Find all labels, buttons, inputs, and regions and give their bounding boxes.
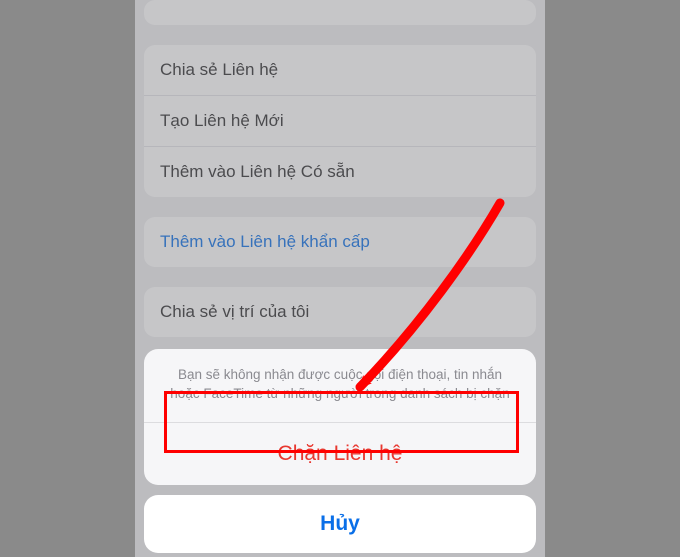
action-sheet-message: Bạn sẽ không nhận được cuộc gọi điện tho… — [144, 349, 536, 423]
block-contact-button[interactable]: Chặn Liên hệ — [144, 423, 536, 485]
phone-frame: Chia sẻ Liên hệ Tạo Liên hệ Mới Thêm vào… — [135, 0, 545, 557]
action-sheet-card: Bạn sẽ không nhận được cuộc gọi điện tho… — [144, 349, 536, 485]
cancel-button[interactable]: Hủy — [144, 495, 536, 553]
cancel-card: Hủy — [144, 495, 536, 553]
action-sheet: Bạn sẽ không nhận được cuộc gọi điện tho… — [144, 349, 536, 553]
screenshot-stage: Chia sẻ Liên hệ Tạo Liên hệ Mới Thêm vào… — [0, 0, 680, 557]
